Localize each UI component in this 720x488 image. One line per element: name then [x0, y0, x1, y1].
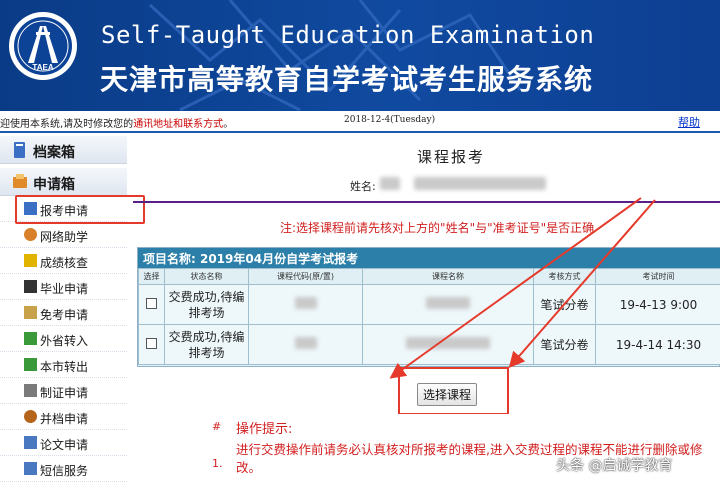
column-header: 课程代码(原/置) [248, 268, 363, 285]
course-checkbox[interactable] [146, 337, 157, 349]
system-title-english: Self-Taught Education Examination [101, 21, 595, 49]
merge-people-icon [24, 410, 37, 423]
course-code-cell [248, 324, 363, 365]
sidebar-section-label: 档案箱 [33, 145, 75, 161]
help-link[interactable]: 帮助 [678, 114, 700, 130]
sidebar-section-archive[interactable]: 档案箱 [0, 136, 127, 164]
select-course-button[interactable]: 选择课程 [417, 383, 477, 406]
verification-warning: 注:选择课程前请先核对上方的"姓名"与"准考证号"是否正确 [280, 221, 595, 235]
transfer-out-icon [24, 358, 37, 371]
sidebar-section-label: 申请箱 [33, 177, 75, 193]
header-banner: TAEA Self-Taught Education Examination 天… [0, 0, 720, 111]
annotation-highlight-box [15, 195, 145, 224]
exam-time-cell: 19-4-14 14:30 [595, 324, 720, 365]
status-cell: 交费成功,待编排考场 [164, 284, 249, 325]
redacted-exam-number [414, 177, 546, 190]
column-header: 考试时间 [595, 268, 720, 285]
sidebar-item-graduation[interactable]: 毕业申请 [0, 274, 127, 300]
sidebar-item-label: 成绩核查 [40, 256, 89, 270]
status-cell: 交费成功,待编排考场 [164, 324, 249, 365]
graduation-cap-icon [24, 280, 37, 293]
phone-icon [24, 462, 37, 475]
certificate-icon [24, 384, 37, 397]
contact-info-link[interactable]: 通讯地址和联系方式 [133, 119, 223, 130]
system-title-chinese: 天津市高等教育自学考试考生服务系统 [100, 63, 594, 96]
page-title: 课程报考 [417, 148, 486, 166]
notice-suffix: 。 [223, 119, 234, 130]
sidebar-item-label: 并档申请 [40, 412, 89, 426]
sidebar-item-label: 网络助学 [40, 230, 89, 244]
course-name-cell [362, 284, 534, 325]
sidebar-item-sms[interactable]: 短信服务 [0, 456, 127, 482]
sidebar-item-exemption[interactable]: 免考申请 [0, 300, 127, 326]
course-table: 选择 状态名称 课程代码(原/置) 课程名称 考核方式 考试时间 交费成功,待编… [138, 268, 720, 365]
people-icon [24, 228, 37, 241]
sidebar-item-transfer-in[interactable]: 外省转入 [0, 326, 127, 352]
sidebar-item-label: 短信服务 [40, 464, 89, 478]
exam-type-cell: 笔试分卷 [533, 324, 596, 365]
sidebar: 档案箱 申请箱 报考申请 网络助学 成绩核查 毕业申请 免考申请 外省转入 本市… [0, 136, 127, 488]
tips-title: 操作提示: [236, 422, 293, 437]
course-checkbox[interactable] [146, 297, 157, 309]
course-name-cell [362, 324, 534, 365]
redacted-name [380, 177, 400, 190]
watermark: 头条 @启诚学教育 [556, 458, 673, 474]
sidebar-item-score-check[interactable]: 成绩核查 [0, 248, 127, 274]
table-header-row: 选择 状态名称 课程代码(原/置) 课程名称 考核方式 考试时间 [138, 268, 720, 285]
sidebar-item-label: 制证申请 [40, 386, 89, 400]
transfer-in-icon [24, 332, 37, 345]
column-header: 状态名称 [164, 268, 249, 285]
document-icon [24, 436, 37, 449]
sidebar-item-certificate[interactable]: 制证申请 [0, 378, 127, 404]
sidebar-item-label: 毕业申请 [40, 282, 89, 296]
welcome-notice: 迎使用本系统,请及时修改您的通讯地址和联系方式。 [0, 115, 233, 130]
notice-prefix: 迎使用本系统,请及时修改您的 [0, 119, 134, 130]
question-icon [24, 254, 37, 267]
table-row: 交费成功,待编排考场 笔试分卷 19-4-14 14:30 [138, 324, 720, 365]
current-date: 2018-12-4(Tuesday) [344, 115, 436, 125]
sidebar-section-apply[interactable]: 申请箱 [0, 168, 127, 196]
course-project-panel: 项目名称: 2019年04月份自学考试报考 选择 状态名称 课程代码(原/置) … [137, 247, 720, 367]
column-header: 考核方式 [533, 268, 596, 285]
column-header: 课程名称 [362, 268, 534, 285]
tips-bullet: # [212, 420, 222, 433]
name-label: 姓名: [350, 180, 376, 193]
sidebar-item-label: 论文申请 [40, 438, 89, 452]
sidebar-item-thesis[interactable]: 论文申请 [0, 430, 127, 456]
apply-box-icon [13, 174, 27, 188]
sidebar-item-label: 本市转出 [40, 360, 89, 374]
exam-type-cell: 笔试分卷 [533, 284, 596, 325]
operation-tips: # 操作提示: 1. 进行交费操作前请务必认真核对所报考的课程,进入交费过程的课… [198, 414, 720, 488]
project-title: 项目名称: 2019年04月份自学考试报考 [138, 248, 720, 268]
pencil-icon [24, 306, 37, 319]
column-header: 选择 [138, 268, 165, 285]
sidebar-item-merge-records[interactable]: 并档申请 [0, 404, 127, 430]
sidebar-item-transfer-out[interactable]: 本市转出 [0, 352, 127, 378]
sidebar-item-online-study[interactable]: 网络助学 [0, 222, 127, 248]
taea-logo: TAEA [9, 12, 77, 80]
tips-number: 1. [212, 457, 223, 470]
course-code-cell [248, 284, 363, 325]
divider-line [133, 201, 720, 203]
exam-time-cell: 19-4-13 9:00 [595, 284, 720, 325]
sidebar-item-label: 免考申请 [40, 308, 89, 322]
sidebar-item-label: 外省转入 [40, 334, 89, 348]
notice-bar: 迎使用本系统,请及时修改您的通讯地址和联系方式。 2018-12-4(Tuesd… [0, 111, 720, 133]
archive-icon [14, 142, 25, 158]
table-row: 交费成功,待编排考场 笔试分卷 19-4-13 9:00 [138, 284, 720, 325]
svg-text:TAEA: TAEA [32, 63, 53, 72]
